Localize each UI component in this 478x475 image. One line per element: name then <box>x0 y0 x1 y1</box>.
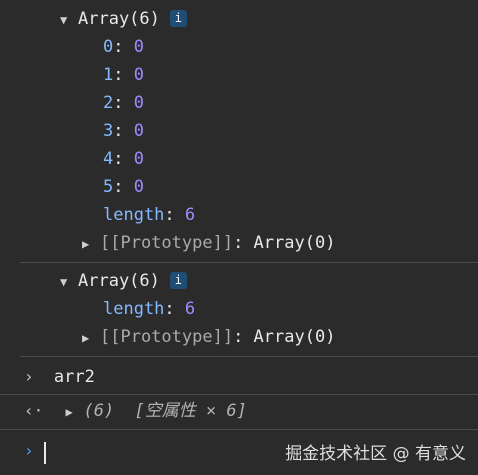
array-header-2[interactable]: ▼ Array(6) i <box>60 267 187 295</box>
caret-right-icon[interactable]: ▶ <box>82 230 100 258</box>
array-item-5: 5: 0 <box>103 177 144 197</box>
array-header-label: Array(6) <box>78 271 160 291</box>
prototype-label: [[Prototype]] <box>100 233 234 253</box>
item-key: 3 <box>103 121 114 141</box>
prototype-value: Array(0) <box>253 233 336 253</box>
item-key: 4 <box>103 149 114 169</box>
return-arrow-icon: ‹· <box>24 401 44 420</box>
caret-down-icon[interactable]: ▼ <box>60 268 78 296</box>
chevron-right-icon: › <box>24 367 34 386</box>
caret-right-icon[interactable]: ▶ <box>82 324 100 352</box>
item-key: 5 <box>103 177 114 197</box>
array-header-label: Array(6) <box>78 9 160 29</box>
item-key: 1 <box>103 65 114 85</box>
length-value: 6 <box>184 205 196 225</box>
array-item-1: 1: 0 <box>103 65 144 85</box>
array-header-1[interactable]: ▼ Array(6) i <box>60 5 187 33</box>
divider <box>20 262 478 263</box>
divider <box>20 356 478 357</box>
item-value: 0 <box>133 93 144 113</box>
item-value: 0 <box>133 149 144 169</box>
item-value: 0 <box>133 65 144 85</box>
item-value: 0 <box>133 177 144 197</box>
caret-down-icon[interactable]: ▼ <box>60 6 78 34</box>
prototype-row-2[interactable]: ▶ [[Prototype]]: Array(0) <box>82 323 335 351</box>
info-icon[interactable]: i <box>169 271 187 289</box>
prototype-label: [[Prototype]] <box>100 327 234 347</box>
item-value: 0 <box>133 121 144 141</box>
prototype-row-1[interactable]: ▶ [[Prototype]]: Array(0) <box>82 229 335 257</box>
item-value: 0 <box>133 37 144 57</box>
length-key: length <box>103 299 165 319</box>
console-result-row[interactable]: ‹· ▶ (6) [空属性 × 6] <box>24 397 247 425</box>
array-item-4: 4: 0 <box>103 149 144 169</box>
result-count: (6) <box>83 401 115 421</box>
console-input-row[interactable]: › <box>24 437 34 465</box>
watermark: 掘金技术社区 @ 有意义 <box>285 444 466 464</box>
array-item-2: 2: 0 <box>103 93 144 113</box>
console-command-text: arr2 <box>53 367 95 387</box>
divider <box>0 394 478 395</box>
array-item-3: 3: 0 <box>103 121 144 141</box>
caret-right-icon[interactable]: ▶ <box>66 398 84 426</box>
item-key: 0 <box>103 37 114 57</box>
result-text: [空属性 × 6] <box>134 401 247 421</box>
array-item-0: 0: 0 <box>103 37 144 57</box>
prototype-value: Array(0) <box>253 327 336 347</box>
console-command-row: › arr2 <box>24 363 95 391</box>
text-cursor[interactable] <box>44 442 46 464</box>
item-key: 2 <box>103 93 114 113</box>
info-icon[interactable]: i <box>169 9 187 27</box>
divider <box>0 429 478 430</box>
array-length-1: length: 6 <box>103 205 196 225</box>
chevron-right-icon: › <box>24 441 34 460</box>
array-length-2: length: 6 <box>103 299 196 319</box>
length-value: 6 <box>184 299 196 319</box>
length-key: length <box>103 205 165 225</box>
